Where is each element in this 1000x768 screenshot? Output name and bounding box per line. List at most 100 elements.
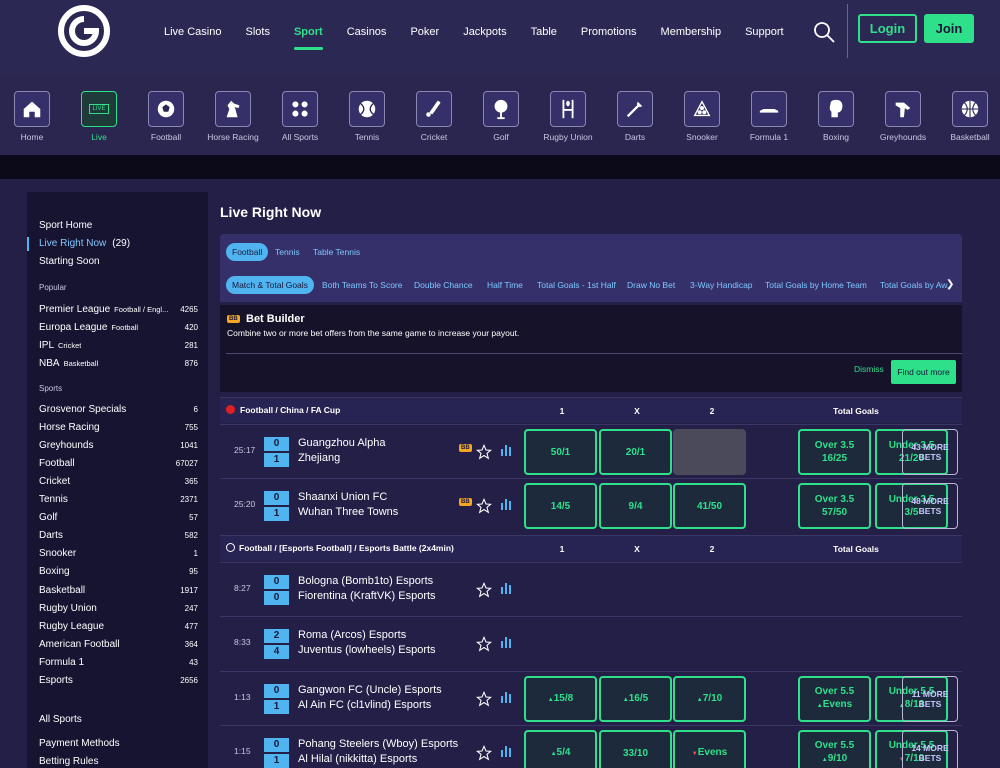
- more-bets-button[interactable]: 48 MORE BETS: [902, 483, 958, 529]
- sport-item-tennis[interactable]: Tennis: [335, 91, 399, 142]
- sport-item-live[interactable]: LIVE Live: [67, 91, 131, 142]
- sport-item-snooker[interactable]: Snooker: [670, 91, 734, 142]
- sport-tab[interactable]: Table Tennis: [307, 243, 366, 261]
- login-button[interactable]: Login: [858, 14, 917, 43]
- popular-item[interactable]: IPL Cricket 281: [39, 336, 198, 354]
- nav-slots[interactable]: Slots: [233, 26, 281, 38]
- stats-icon[interactable]: [500, 498, 512, 510]
- nav-table[interactable]: Table: [519, 26, 569, 38]
- sidebar-sport-item[interactable]: American Football 364: [39, 635, 198, 653]
- odds-home-button[interactable]: ▲15/8: [524, 676, 597, 722]
- market-tab[interactable]: Half Time: [481, 276, 529, 294]
- sidebar-sport-item[interactable]: Greyhounds 1041: [39, 436, 198, 454]
- more-bets-button[interactable]: 43 MORE BETS: [902, 429, 958, 475]
- sidebar-sport-item[interactable]: Snooker 1: [39, 545, 198, 563]
- event-row[interactable]: 25:17 0 1 Guangzhou Alpha Zhejiang BB 50/1 20/1…: [220, 424, 962, 478]
- nav-live-casino[interactable]: Live Casino: [152, 26, 233, 38]
- home-team[interactable]: Shaanxi Union FC: [298, 491, 387, 503]
- sport-tab[interactable]: Football: [226, 243, 269, 261]
- sport-item-home[interactable]: Home: [0, 91, 64, 142]
- popular-item[interactable]: Premier League Football / Engl... 4265: [39, 300, 198, 318]
- sidebar-bottom-link[interactable]: Betting Rules: [39, 756, 98, 767]
- odds-draw-button[interactable]: 9/4: [599, 483, 672, 529]
- odds-away-button[interactable]: ▲7/10: [673, 676, 746, 722]
- nav-promotions[interactable]: Promotions: [569, 26, 649, 38]
- stats-icon[interactable]: [500, 444, 512, 456]
- sidebar-sport-item[interactable]: Boxing 95: [39, 563, 198, 581]
- market-tab[interactable]: Total Goals by Home Team: [759, 276, 873, 294]
- sport-item-boxing[interactable]: Boxing: [804, 91, 868, 142]
- sidebar-link-sport-home[interactable]: Sport Home: [39, 220, 92, 231]
- sidebar-sport-item[interactable]: Darts 582: [39, 527, 198, 545]
- home-team[interactable]: Gangwon FC (Uncle) Esports: [298, 684, 442, 696]
- odds-draw-button[interactable]: 20/1: [599, 429, 672, 475]
- favourite-star-icon[interactable]: [476, 745, 492, 761]
- favourite-star-icon[interactable]: [476, 636, 492, 652]
- chevron-right-icon[interactable]: ❯: [946, 279, 954, 290]
- market-tab[interactable]: 3-Way Handicap: [684, 276, 759, 294]
- nav-support[interactable]: Support: [733, 26, 796, 38]
- grosvenor-logo-icon[interactable]: [58, 5, 110, 57]
- popular-item[interactable]: NBA Basketball 876: [39, 354, 198, 372]
- competition-name[interactable]: Football / China / FA Cup: [226, 405, 340, 415]
- event-row[interactable]: 8:27 0 0 Bologna (Bomb1to) Esports Fiorentin…: [220, 562, 962, 616]
- away-team[interactable]: Fiorentina (KraftVK) Esports: [298, 590, 436, 602]
- over-button[interactable]: Over 5.5 ▲9/10: [798, 730, 871, 768]
- market-tab[interactable]: Double Chance: [408, 276, 479, 294]
- stats-icon[interactable]: [500, 636, 512, 648]
- favourite-star-icon[interactable]: [476, 444, 492, 460]
- find-out-more-button[interactable]: Find out more: [891, 360, 956, 384]
- event-row[interactable]: 25:20 0 1 Shaanxi Union FC Wuhan Three Towns…: [220, 478, 962, 532]
- home-team[interactable]: Bologna (Bomb1to) Esports: [298, 575, 433, 587]
- away-team[interactable]: Juventus (lowheels) Esports: [298, 644, 436, 656]
- nav-poker[interactable]: Poker: [398, 26, 451, 38]
- join-button[interactable]: Join: [924, 14, 974, 43]
- nav-jackpots[interactable]: Jackpots: [451, 26, 518, 38]
- nav-sport[interactable]: Sport: [282, 26, 335, 50]
- market-tab[interactable]: Both Teams To Score: [316, 276, 408, 294]
- sidebar-sport-item[interactable]: Rugby League 477: [39, 617, 198, 635]
- sidebar-sport-item[interactable]: Basketball 1917: [39, 581, 198, 599]
- sport-item-horse-racing[interactable]: Horse Racing: [201, 91, 265, 142]
- odds-away-button[interactable]: ▼Evens: [673, 730, 746, 768]
- dismiss-button[interactable]: Dismiss: [854, 364, 884, 374]
- sidebar-sport-item[interactable]: Grosvenor Specials 6: [39, 400, 198, 418]
- sidebar-sport-item[interactable]: Cricket 365: [39, 472, 198, 490]
- more-bets-button[interactable]: 11 MORE BETS: [902, 676, 958, 722]
- over-button[interactable]: Over 3.5 16/25: [798, 429, 871, 475]
- competition-name[interactable]: Football / [Esports Football] / Esports …: [226, 543, 454, 553]
- sidebar-bottom-link[interactable]: All Sports: [39, 714, 82, 725]
- sport-item-formula-1[interactable]: Formula 1: [737, 91, 801, 142]
- sport-item-cricket[interactable]: Cricket: [402, 91, 466, 142]
- sport-item-greyhounds[interactable]: Greyhounds: [871, 91, 935, 142]
- away-team[interactable]: Zhejiang: [298, 452, 340, 464]
- market-tab[interactable]: Match & Total Goals: [226, 276, 314, 294]
- away-team[interactable]: Al Ain FC (cl1vlind) Esports: [298, 699, 431, 711]
- stats-icon[interactable]: [500, 691, 512, 703]
- odds-away-button[interactable]: 41/50: [673, 483, 746, 529]
- sidebar-bottom-link[interactable]: Payment Methods: [39, 738, 120, 749]
- sidebar-sport-item[interactable]: Rugby Union 247: [39, 599, 198, 617]
- over-button[interactable]: Over 3.5 57/50: [798, 483, 871, 529]
- stats-icon[interactable]: [500, 745, 512, 757]
- market-tab[interactable]: Total Goals by Aw...: [874, 276, 950, 294]
- odds-home-button[interactable]: ▲5/4: [524, 730, 597, 768]
- sidebar-link-live-right-now[interactable]: Live Right Now (29): [39, 238, 130, 249]
- sidebar-sport-item[interactable]: Esports 2656: [39, 672, 198, 690]
- sidebar-sport-item[interactable]: Tennis 2371: [39, 491, 198, 509]
- odds-draw-button[interactable]: ▲16/5: [599, 676, 672, 722]
- sport-tab[interactable]: Tennis: [269, 243, 306, 261]
- odds-draw-button[interactable]: 33/10: [599, 730, 672, 768]
- sidebar-link-starting-soon[interactable]: Starting Soon: [39, 256, 100, 267]
- sport-item-rugby-union[interactable]: Rugby Union: [536, 91, 600, 142]
- sport-item-football[interactable]: Football: [134, 91, 198, 142]
- sport-item-darts[interactable]: Darts: [603, 91, 667, 142]
- event-row[interactable]: 1:15 0 1 Pohang Steelers (Wboy) Esports Al H…: [220, 725, 962, 768]
- odds-home-button[interactable]: 50/1: [524, 429, 597, 475]
- sidebar-sport-item[interactable]: Formula 1 43: [39, 653, 198, 671]
- market-tab[interactable]: Draw No Bet: [621, 276, 681, 294]
- more-bets-button[interactable]: 14 MORE BETS: [902, 730, 958, 768]
- home-team[interactable]: Guangzhou Alpha: [298, 437, 385, 449]
- event-row[interactable]: 1:13 0 1 Gangwon FC (Uncle) Esports Al Ain F…: [220, 671, 962, 725]
- favourite-star-icon[interactable]: [476, 691, 492, 707]
